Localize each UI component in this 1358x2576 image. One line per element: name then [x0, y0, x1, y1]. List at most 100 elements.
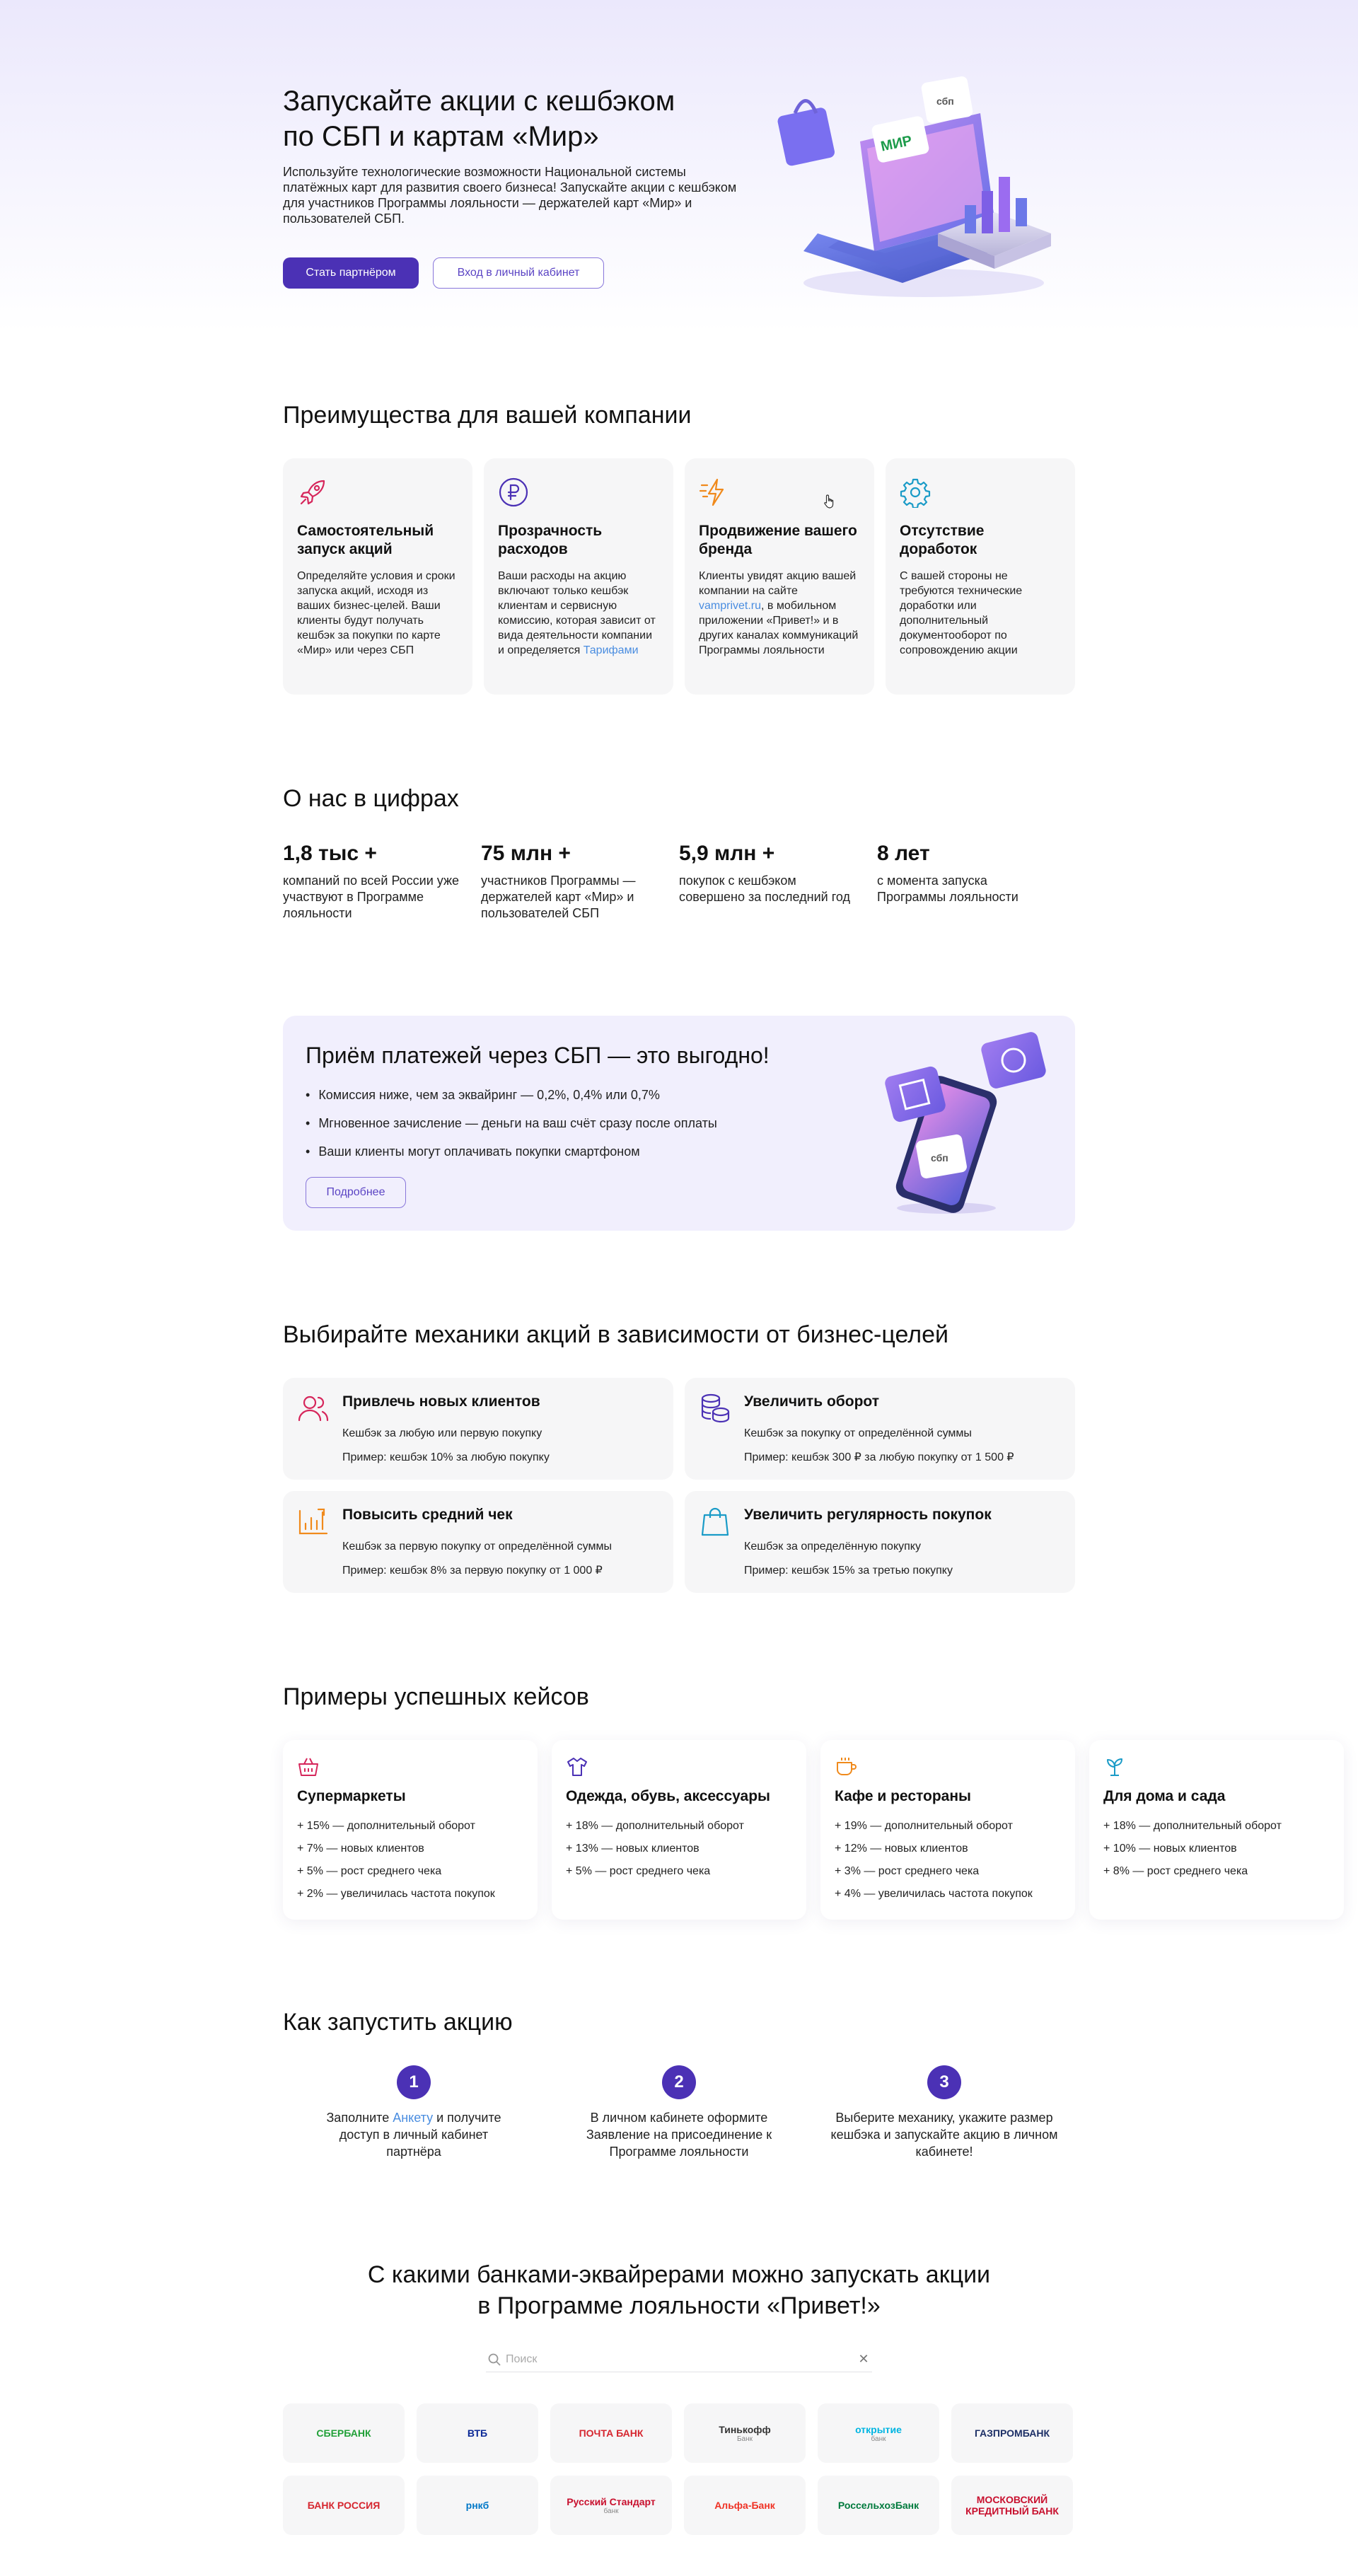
case-card[interactable]: Одежда, обувь, аксессуары + 18% — дополн… — [552, 1740, 806, 1920]
sbp-benefits-list: Комиссия ниже, чем за эквайринг — 0,2%, … — [306, 1081, 717, 1166]
mechanic-desc: Кешбэк за любую или первую покупку — [342, 1427, 542, 1439]
bank-subname: банк — [603, 2507, 619, 2515]
bank-logo[interactable]: Русский Стандарт банк — [550, 2476, 672, 2535]
content-layer: Самостоятельный запуск акций Определяйте… — [283, 0, 1344, 2576]
steps-title: Как запустить акцию — [283, 2009, 513, 2036]
bank-logo[interactable]: БАНК РОССИЯ — [283, 2476, 405, 2535]
phone-illustration: сбп — [869, 1031, 1060, 1218]
more-button[interactable]: Подробнее — [306, 1177, 406, 1208]
clear-search-icon[interactable]: ✕ — [855, 2351, 872, 2368]
benefits-heading-wrap: Преимущества для вашей компании — [283, 402, 692, 429]
benefit-card: Продвижение вашего бренда Клиенты увидят… — [685, 458, 874, 695]
mechanic-example: Пример: кешбэк 15% за третью покупку — [744, 1565, 953, 1577]
benefit-text: Ваши расходы на акцию включают только ке… — [498, 570, 656, 656]
mechanic-example: Пример: кешбэк 8% за первую покупку от 1… — [342, 1565, 603, 1577]
benefit-card: Отсутствие доработок С вашей стороны не … — [886, 458, 1075, 695]
case-line: + 18% — дополнительный оборот — [566, 1820, 744, 1832]
case-card[interactable]: Для дома и сада + 18% — дополнительный о… — [1089, 1740, 1344, 1920]
tariffs-link[interactable]: Тарифами — [584, 644, 639, 656]
stats-list: 1,8 тыс + компаний по всей России уже уча… — [283, 842, 1075, 922]
bank-logo[interactable]: МОСКОВСКИЙ КРЕДИТНЫЙ БАНК — [951, 2476, 1073, 2535]
bank-name: открытие — [855, 2423, 902, 2435]
ruble-icon — [498, 477, 529, 508]
mechanics-title: Выбирайте механики акций в зависимости о… — [283, 1321, 948, 1348]
vamprivet-link[interactable]: vamprivet.ru — [699, 600, 761, 612]
bank-name: Альфа-Банк — [714, 2500, 775, 2511]
stat-value: 8 лет — [877, 842, 930, 865]
case-line: + 8% — рост среднего чека — [1103, 1865, 1248, 1877]
stat-item: 75 млн + участников Программы — держателе… — [481, 842, 679, 922]
case-line: + 13% — новых клиентов — [566, 1843, 700, 1855]
case-card[interactable]: Кафе и рестораны + 19% — дополнительный … — [820, 1740, 1075, 1920]
case-line: + 10% — новых клиентов — [1103, 1843, 1237, 1855]
benefit-title: Отсутствие доработок — [900, 523, 985, 557]
bank-logo[interactable]: Тинькофф Банк — [684, 2403, 806, 2463]
mechanic-card[interactable]: Привлечь новых клиентов Кешбэк за любую … — [283, 1378, 673, 1480]
stat-item: 8 лет с момента запуска Программы лояльно… — [877, 842, 1075, 922]
step-text: Выберите механику, укажите размер кешбэк… — [830, 2111, 1058, 2159]
case-title: Супермаркеты — [297, 1788, 406, 1804]
stat-text: участников Программы — держателей карт «… — [481, 874, 636, 920]
stat-value: 1,8 тыс + — [283, 842, 377, 865]
case-line: + 19% — дополнительный оборот — [835, 1820, 1013, 1832]
case-line: + 2% — увеличилась частота покупок — [297, 1888, 495, 1900]
bank-name: рнкб — [465, 2500, 489, 2511]
mechanic-desc: Кешбэк за первую покупку от определённой… — [342, 1541, 612, 1553]
search-input[interactable] — [506, 2352, 855, 2366]
mechanic-card[interactable]: Повысить средний чек Кешбэк за первую по… — [283, 1491, 673, 1593]
case-card[interactable]: Супермаркеты + 15% — дополнительный обор… — [283, 1740, 538, 1920]
benefits-title: Преимущества для вашей компании — [283, 402, 692, 429]
cases-title: Примеры успешных кейсов — [283, 1683, 589, 1710]
application-form-link[interactable]: Анкету — [393, 2111, 433, 2125]
bank-name: Русский Стандарт — [567, 2495, 656, 2507]
svg-text:сбп: сбп — [931, 1152, 948, 1164]
bank-logo[interactable]: рнкб — [417, 2476, 538, 2535]
stat-value: 75 млн + — [481, 842, 571, 865]
case-line: + 7% — новых клиентов — [297, 1843, 424, 1855]
bank-subname: банк — [871, 2435, 886, 2443]
bank-logo[interactable]: ПОЧТА БАНК — [550, 2403, 672, 2463]
step-number: 2 — [662, 2065, 696, 2099]
mechanic-desc: Кешбэк за определённую покупку — [744, 1541, 921, 1553]
benefits-list: Самостоятельный запуск акций Определяйте… — [283, 458, 1075, 695]
search-icon — [487, 2352, 501, 2367]
bank-name: Тинькофф — [719, 2423, 771, 2435]
banks-grid: СБЕРБАНК ВТБ ПОЧТА БАНК Тинькофф Банк открыти… — [283, 2403, 1075, 2535]
lightning-icon — [699, 477, 730, 508]
bank-logo[interactable]: СБЕРБАНК — [283, 2403, 405, 2463]
bank-logo[interactable]: РоссельхозБанк — [818, 2476, 939, 2535]
case-line: + 5% — рост среднего чека — [566, 1865, 711, 1877]
gear-icon — [900, 477, 931, 509]
list-item: Комиссия ниже, чем за эквайринг — 0,2%, … — [306, 1081, 717, 1109]
case-line: + 5% — рост среднего чека — [297, 1865, 442, 1877]
bank-logo[interactable]: Альфа-Банк — [684, 2476, 806, 2535]
coins-icon — [699, 1392, 731, 1425]
cases-list: Супермаркеты + 15% — дополнительный обор… — [283, 1740, 1358, 1920]
steps-list: 1 Заполните Анкету и получите доступ в л… — [283, 2065, 1075, 2160]
mechanic-title: Увеличить регулярность покупок — [744, 1507, 992, 1523]
stat-value: 5,9 млн + — [679, 842, 775, 865]
step-number: 1 — [397, 2065, 431, 2099]
bank-search: ✕ — [486, 2347, 872, 2372]
stat-item: 5,9 млн + покупок с кешбэком совершено за… — [679, 842, 877, 922]
bank-logo[interactable]: ВТБ — [417, 2403, 538, 2463]
users-icon — [297, 1392, 330, 1425]
mechanic-card[interactable]: Увеличить регулярность покупок Кешбэк за… — [685, 1491, 1075, 1593]
step-text: В личном кабинете оформите Заявление на … — [586, 2111, 772, 2159]
mechanic-card[interactable]: Увеличить оборот Кешбэк за покупку от оп… — [685, 1378, 1075, 1480]
mechanic-desc: Кешбэк за покупку от определённой суммы — [744, 1427, 972, 1439]
case-line: + 3% — рост среднего чека — [835, 1865, 980, 1877]
bank-logo[interactable]: ГАЗПРОМБАНК — [951, 2403, 1073, 2463]
bank-subname: Банк — [736, 2435, 753, 2443]
bank-logo[interactable]: открытие банк — [818, 2403, 939, 2463]
benefit-card: Самостоятельный запуск акций Определяйте… — [283, 458, 472, 695]
case-line: + 15% — дополнительный оборот — [297, 1820, 475, 1832]
bar-chart-icon — [297, 1505, 330, 1538]
mechanic-title: Увеличить оборот — [744, 1393, 879, 1410]
shirt-icon — [566, 1756, 588, 1778]
mechanic-example: Пример: кешбэк 10% за любую покупку — [342, 1451, 550, 1463]
step-item: 3 Выберите механику, укажите размер кешб… — [813, 2065, 1075, 2160]
benefit-title: Прозрачность расходов — [498, 523, 603, 557]
bank-name: ВТБ — [467, 2427, 488, 2439]
case-line: + 12% — новых клиентов — [835, 1843, 968, 1855]
